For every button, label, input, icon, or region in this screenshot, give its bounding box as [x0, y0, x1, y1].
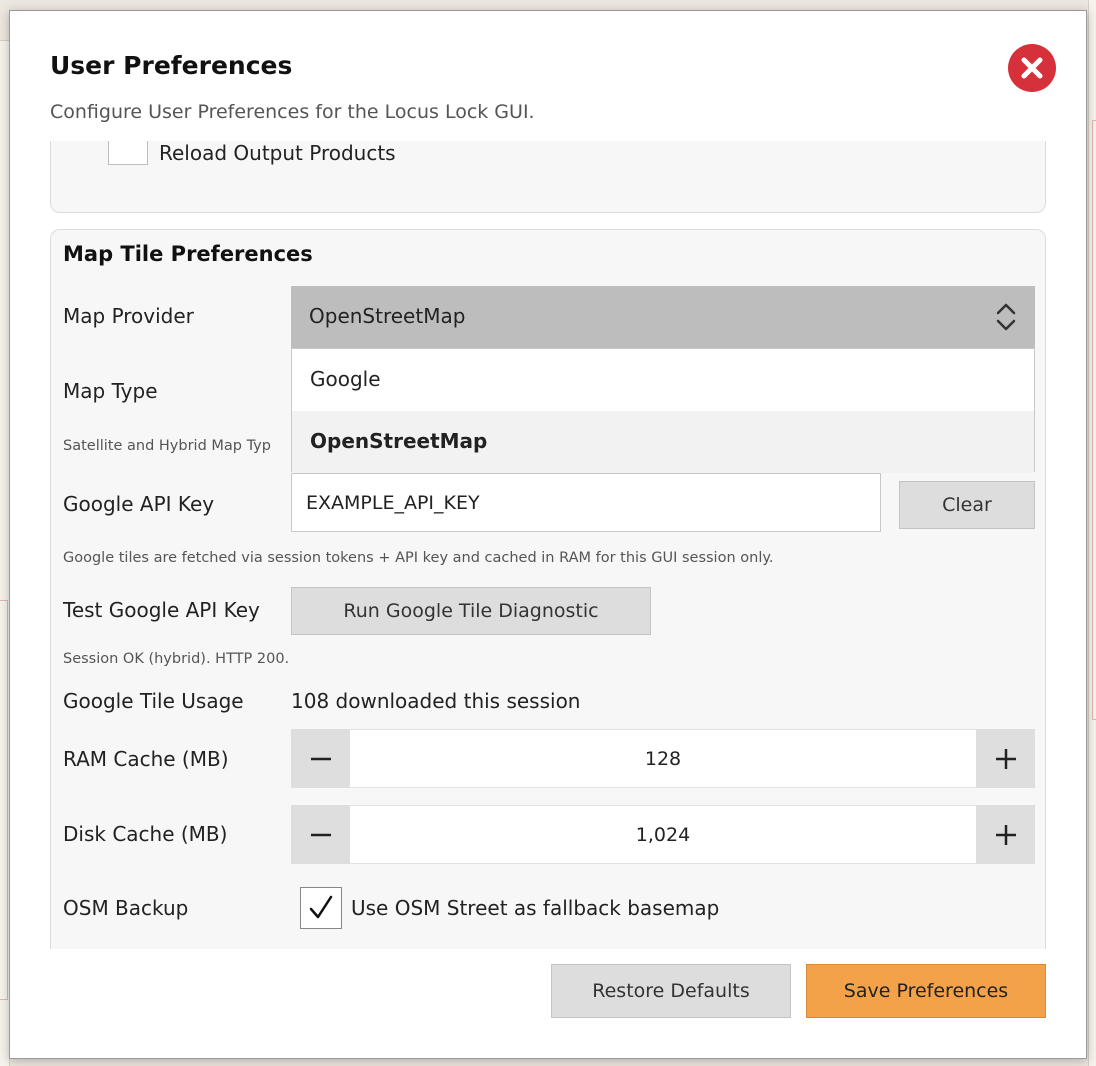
disk-cache-stepper: 1,024 — [291, 805, 1035, 864]
ram-cache-stepper: 128 — [291, 729, 1035, 788]
general-preferences-panel: Reload Output Products — [50, 141, 1046, 213]
plus-icon — [995, 748, 1016, 769]
test-google-api-key-label: Test Google API Key — [63, 598, 260, 622]
dialog-subtitle: Configure User Preferences for the Locus… — [50, 101, 535, 123]
check-icon — [309, 895, 333, 919]
preferences-scroll-area[interactable]: Reload Output Products Map Tile Preferen… — [50, 141, 1046, 949]
ram-cache-label: RAM Cache (MB) — [63, 747, 229, 771]
google-tile-usage-value: 108 downloaded this session — [291, 689, 581, 713]
provider-option-label: Google — [310, 367, 381, 391]
disk-cache-label: Disk Cache (MB) — [63, 822, 228, 846]
clear-api-key-button[interactable]: Clear — [899, 481, 1035, 529]
map-provider-select[interactable]: OpenStreetMap — [291, 286, 1035, 348]
reload-output-label: Reload Output Products — [159, 141, 396, 165]
osm-backup-label: OSM Backup — [63, 896, 189, 920]
provider-option-label: OpenStreetMap — [310, 429, 488, 453]
close-icon — [1021, 57, 1043, 79]
disk-cache-increment-button[interactable] — [976, 805, 1035, 864]
google-api-key-label: Google API Key — [63, 492, 215, 516]
ram-cache-increment-button[interactable] — [976, 729, 1035, 788]
provider-option-google[interactable]: Google — [292, 349, 1034, 411]
ram-cache-decrement-button[interactable] — [291, 729, 350, 788]
section-title: Map Tile Preferences — [63, 242, 313, 266]
osm-backup-checkbox[interactable] — [300, 887, 342, 929]
ram-cache-value[interactable]: 128 — [350, 729, 976, 788]
map-provider-dropdown: Google OpenStreetMap — [291, 348, 1035, 473]
map-tile-preferences-panel: Map Tile Preferences Map Provider OpenSt… — [50, 229, 1046, 949]
preferences-dialog: User Preferences Configure User Preferen… — [9, 10, 1087, 1059]
map-provider-value: OpenStreetMap — [309, 304, 466, 328]
map-type-hint: Satellite and Hybrid Map Typ — [63, 438, 271, 454]
google-api-key-input[interactable] — [291, 473, 881, 532]
diagnostic-result: Session OK (hybrid). HTTP 200. — [63, 651, 290, 667]
disk-cache-value[interactable]: 1,024 — [350, 805, 976, 864]
provider-option-openstreetmap[interactable]: OpenStreetMap — [292, 411, 1034, 473]
dialog-title: User Preferences — [50, 51, 293, 80]
map-type-label: Map Type — [63, 379, 158, 403]
osm-backup-text: Use OSM Street as fallback basemap — [351, 896, 720, 920]
disk-cache-decrement-button[interactable] — [291, 805, 350, 864]
restore-defaults-button[interactable]: Restore Defaults — [551, 964, 791, 1018]
save-preferences-button[interactable]: Save Preferences — [806, 964, 1046, 1018]
chevron-up-down-icon — [996, 303, 1016, 331]
google-tile-usage-label: Google Tile Usage — [63, 689, 244, 713]
close-button[interactable] — [1008, 44, 1056, 92]
minus-icon — [310, 757, 331, 760]
plus-icon — [995, 824, 1016, 845]
google-api-hint: Google tiles are fetched via session tok… — [63, 550, 774, 566]
reload-output-checkbox[interactable] — [108, 141, 148, 165]
minus-icon — [310, 833, 331, 836]
map-provider-label: Map Provider — [63, 304, 194, 328]
run-tile-diagnostic-button[interactable]: Run Google Tile Diagnostic — [291, 587, 651, 635]
